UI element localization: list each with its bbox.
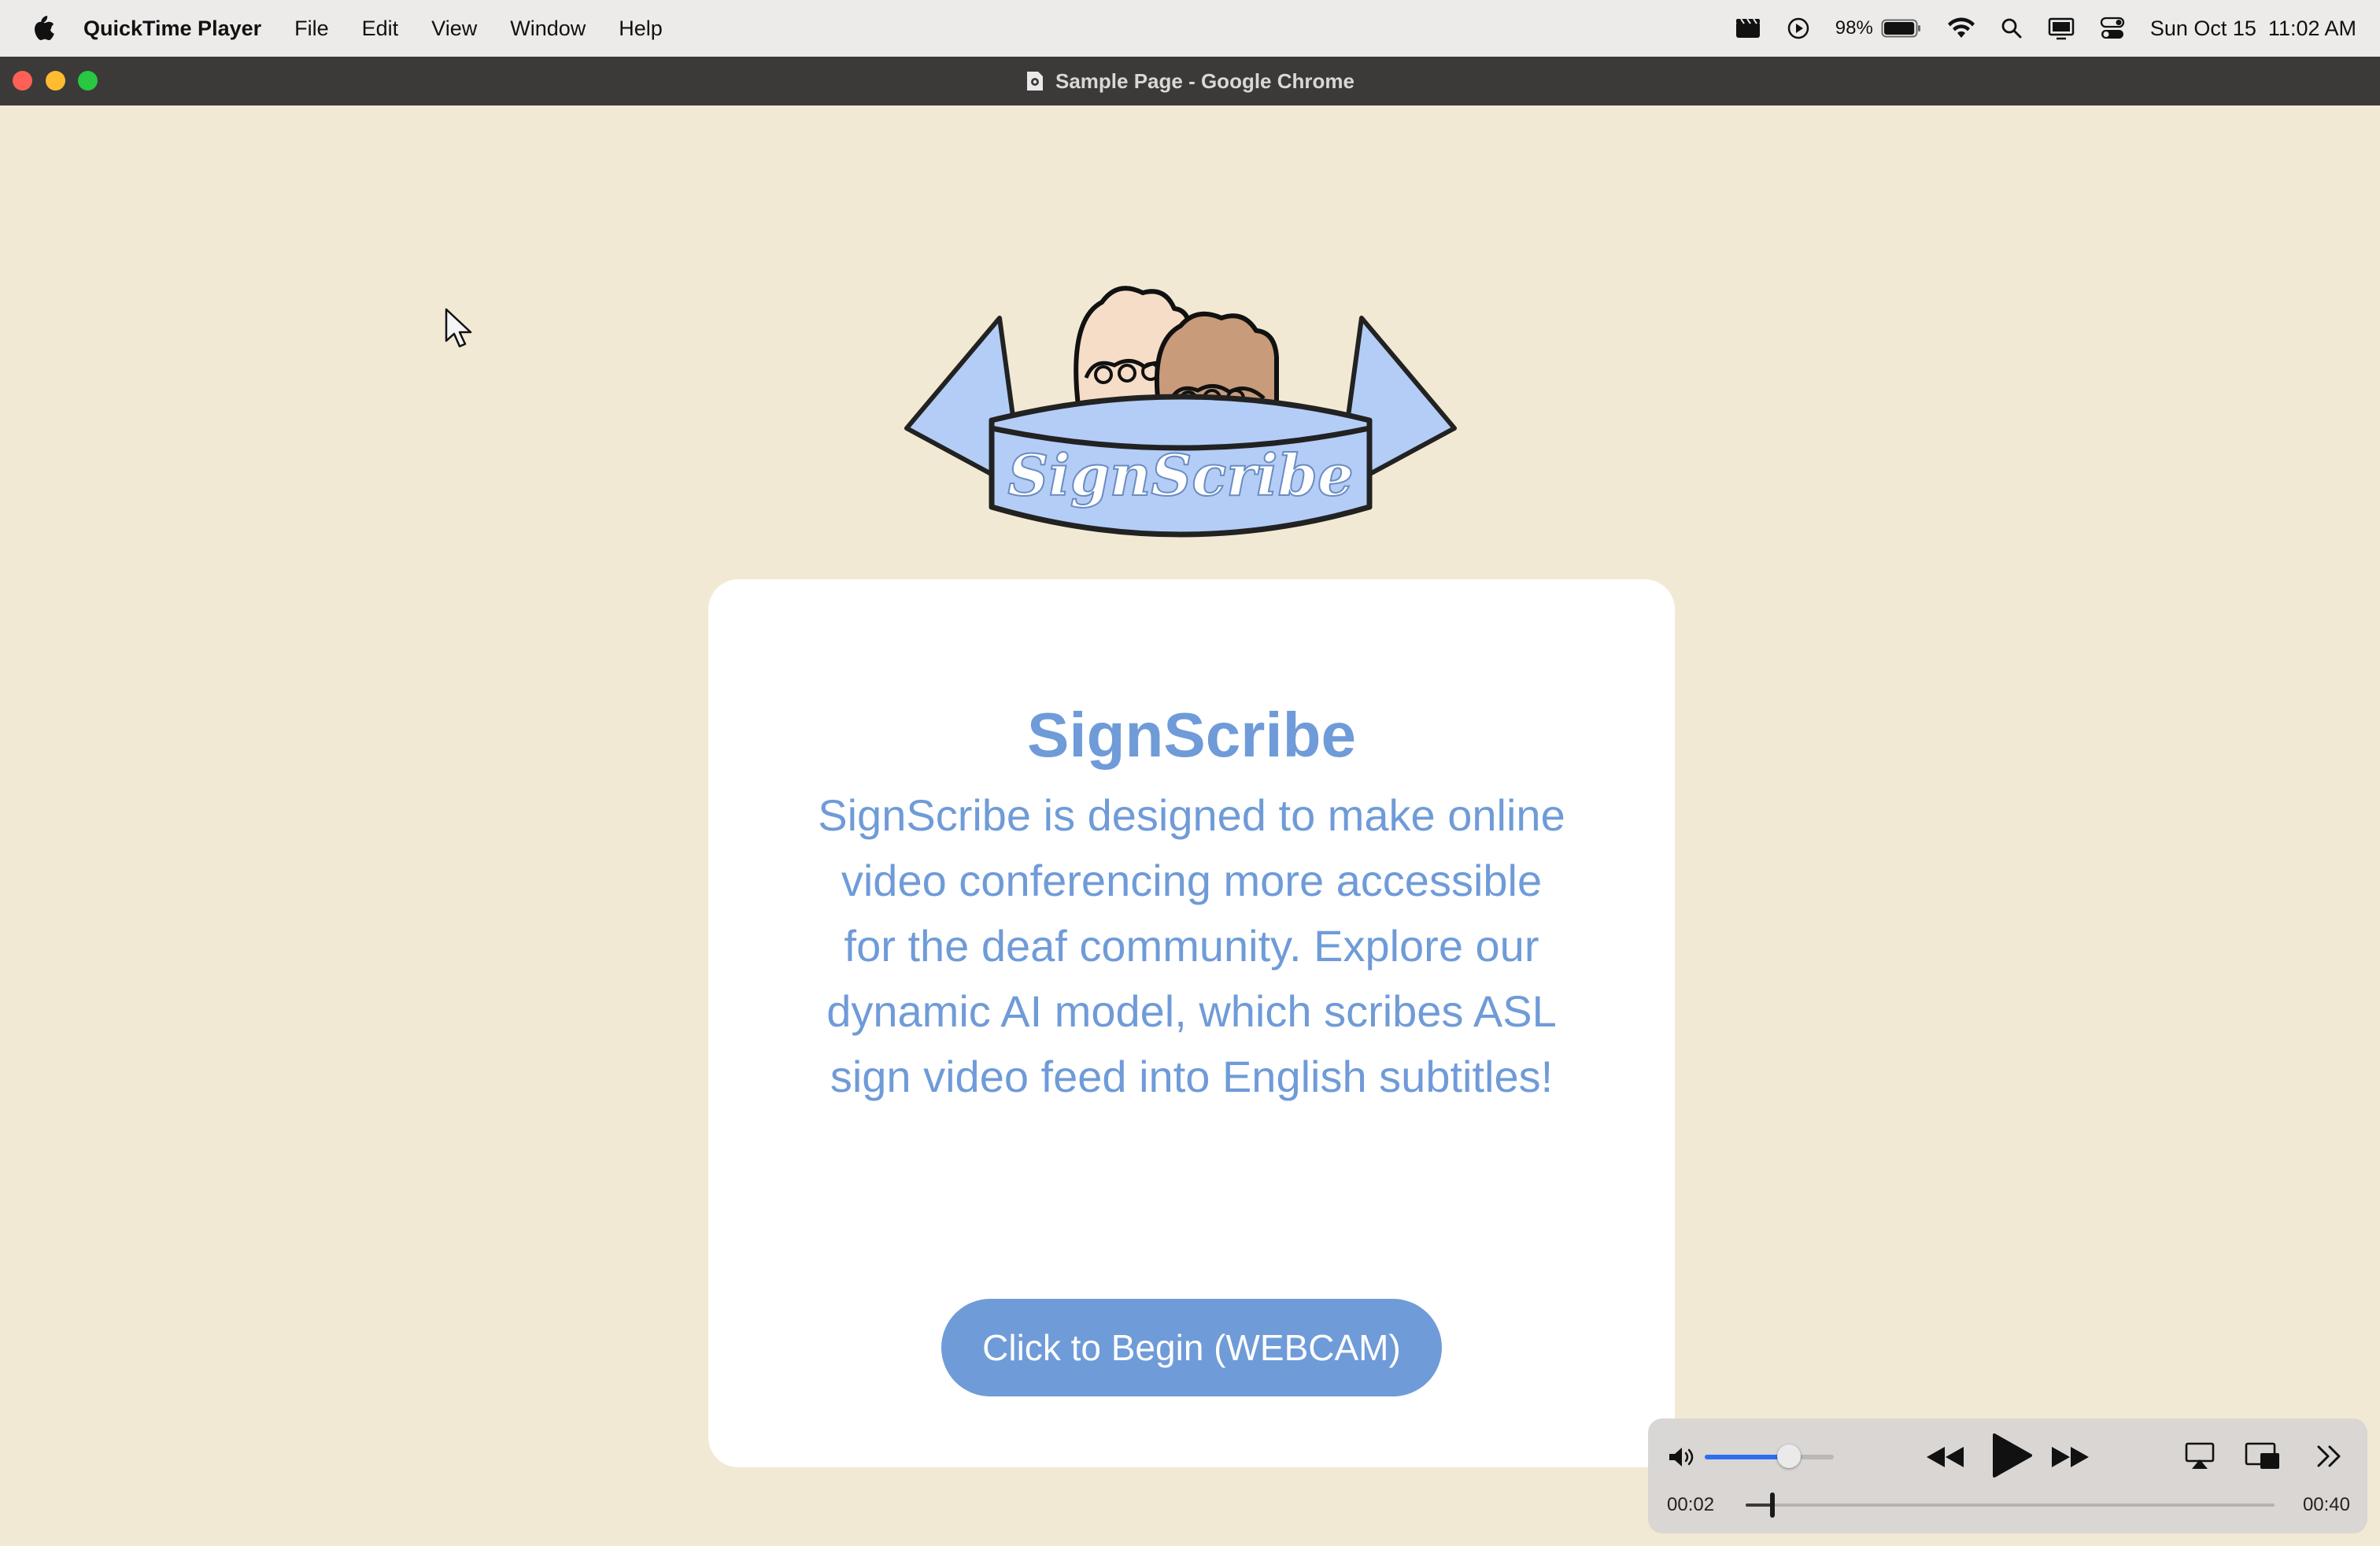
window-minimize-button[interactable]	[46, 71, 65, 91]
volume-slider-knob[interactable]	[1776, 1444, 1801, 1468]
more-chevrons-icon[interactable]	[2315, 1444, 2342, 1469]
window-zoom-button[interactable]	[78, 71, 98, 91]
scrubber-progress	[1746, 1503, 1772, 1507]
picture-in-picture-icon[interactable]	[2245, 1442, 2281, 1470]
wifi-icon[interactable]	[1947, 17, 1975, 39]
signscribe-logo: SignScribe	[904, 286, 1457, 538]
menu-bar-status-area: 98% Sun Oct 15 11:02 AM	[1709, 0, 2356, 57]
battery-percent: 98%	[1835, 17, 1873, 39]
logo-lettering: SignScribe	[1007, 442, 1353, 509]
volume-icon[interactable]	[1667, 1445, 1697, 1469]
screen-mirroring-icon[interactable]	[2048, 17, 2075, 40]
clapperboard-icon[interactable]	[1735, 17, 1761, 39]
menu-edit[interactable]: Edit	[362, 17, 399, 41]
page-viewport: SignScribe SignScribe SignScribe is desi…	[0, 105, 2380, 1546]
window-title-group: Sample Page - Google Chrome	[1026, 69, 1354, 94]
menu-bar-clock[interactable]: Sun Oct 15 11:02 AM	[2150, 17, 2356, 41]
rewind-icon[interactable]	[1925, 1445, 1966, 1469]
search-icon[interactable]	[2001, 17, 2023, 39]
page-title: SignScribe	[1027, 700, 1356, 770]
fast-forward-icon[interactable]	[2049, 1445, 2090, 1469]
begin-webcam-button[interactable]: Click to Begin (WEBCAM)	[941, 1299, 1442, 1396]
intro-card: SignScribe SignScribe is designed to mak…	[708, 579, 1675, 1467]
play-circle-icon[interactable]	[1787, 17, 1810, 40]
menu-window[interactable]: Window	[510, 17, 586, 41]
window-title: Sample Page - Google Chrome	[1055, 68, 1354, 93]
quicktime-controls: 00:02 00:40	[1648, 1418, 2367, 1533]
window-titlebar[interactable]: Sample Page - Google Chrome	[0, 57, 2380, 107]
volume-slider[interactable]	[1705, 1444, 1834, 1468]
elapsed-time: 00:02	[1667, 1494, 1715, 1515]
mouse-cursor-icon	[445, 308, 472, 348]
window-close-button[interactable]	[13, 71, 32, 91]
menu-file[interactable]: File	[294, 17, 329, 41]
menu-help[interactable]: Help	[619, 17, 663, 41]
intro-description: SignScribe is designed to make online vi…	[818, 790, 1565, 1101]
chrome-window: Sample Page - Google Chrome SignScribe S…	[0, 57, 2380, 1546]
play-icon[interactable]	[1990, 1433, 2032, 1478]
control-center-icon[interactable]	[2100, 17, 2125, 40]
playback-scrubber[interactable]	[1746, 1492, 2275, 1518]
menu-view[interactable]: View	[431, 17, 477, 41]
airplay-icon[interactable]	[2185, 1442, 2215, 1470]
apple-logo-icon[interactable]	[27, 13, 57, 44]
battery-icon[interactable]	[1881, 18, 1922, 39]
menu-bar: QuickTime Player File Edit View Window H…	[0, 0, 2380, 57]
scrubber-playhead[interactable]	[1769, 1492, 1775, 1518]
total-duration: 00:40	[2302, 1494, 2350, 1515]
menu-app-name[interactable]: QuickTime Player	[83, 17, 261, 41]
document-icon	[1027, 72, 1043, 91]
volume-slider-fill	[1705, 1455, 1789, 1459]
